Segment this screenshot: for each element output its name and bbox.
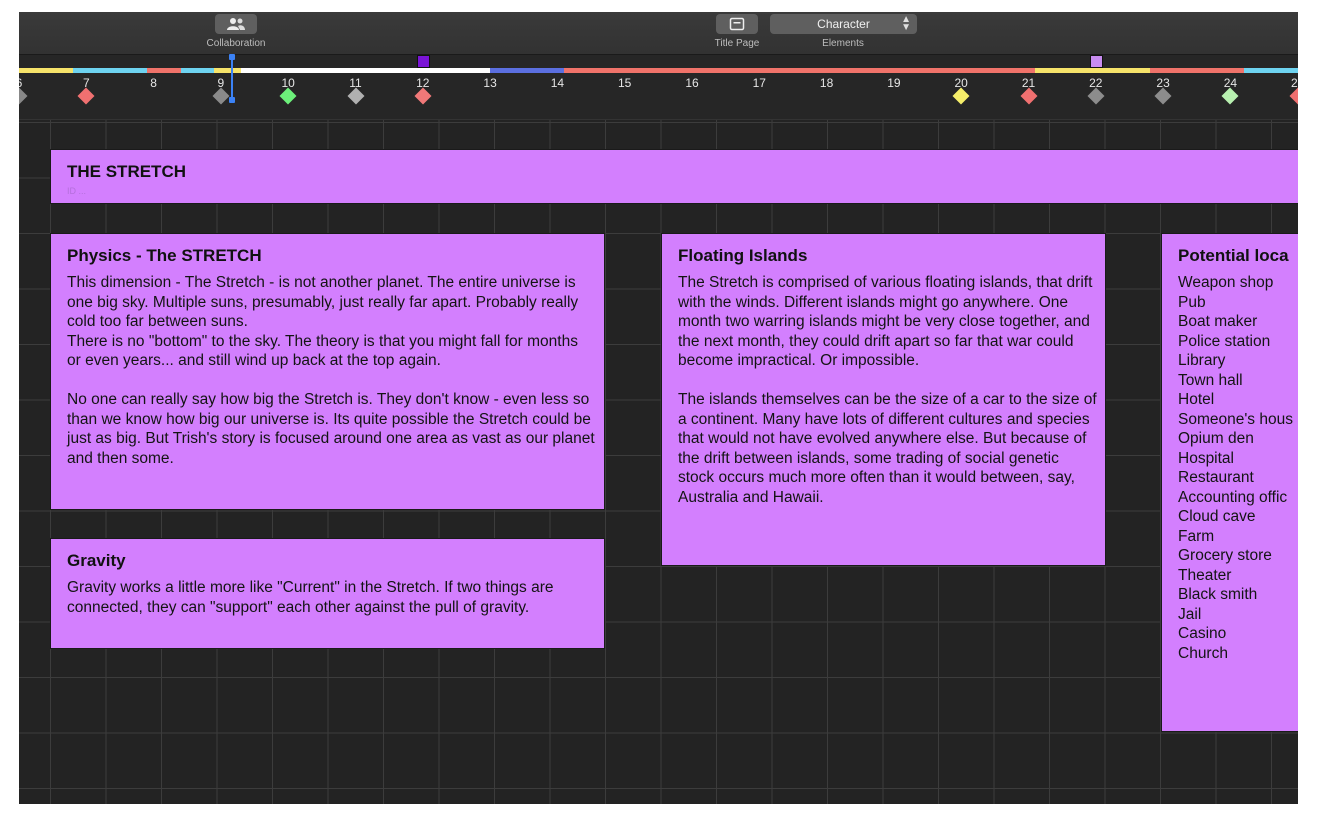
timeline-diamond-marker[interactable] (212, 87, 230, 105)
chevron-updown-icon: ▲ ▼ (901, 14, 911, 33)
people-icon (227, 18, 245, 30)
title-page-label: Title Page (714, 38, 760, 49)
timeline-diamond-marker[interactable] (77, 87, 95, 105)
timeline-square-marker[interactable] (1089, 55, 1103, 68)
timeline-diamond-marker[interactable] (1289, 87, 1298, 105)
app-window: Collaboration Title Page Character ▲ ▼ El… (19, 12, 1298, 804)
timeline-segment (72, 68, 147, 73)
timeline-segment (1149, 68, 1244, 73)
card-body: This dimension - The Stretch - is not an… (67, 274, 595, 467)
title-page-button[interactable] (716, 14, 758, 34)
card-title: Potential loca (1178, 246, 1289, 265)
card-title: Floating Islands (678, 246, 808, 265)
timeline-tick-label: 8 (150, 76, 157, 90)
timeline-diamond-marker[interactable] (952, 87, 970, 105)
title-page-icon (729, 17, 745, 31)
corkboard-canvas[interactable]: THE STRETCH ID ... Physics - The STRETCH… (19, 120, 1298, 804)
timeline-tick-label: 19 (887, 76, 901, 90)
toolbar: Collaboration Title Page Character ▲ ▼ El… (19, 12, 1298, 55)
card-the-stretch[interactable]: THE STRETCH ID ... (50, 149, 1298, 204)
card-title: Gravity (67, 551, 126, 570)
timeline-diamond-marker[interactable] (414, 87, 432, 105)
timeline-segment (19, 68, 73, 73)
card-physics[interactable]: Physics - The STRETCH This dimension - T… (50, 233, 605, 510)
timeline-tick-label: 15 (618, 76, 632, 90)
timeline-segment (180, 68, 215, 73)
elements-label: Elements (822, 38, 864, 49)
timeline-tick-label: 17 (752, 76, 766, 90)
card-potential-locations[interactable]: Potential loca Weapon shop Pub Boat make… (1161, 233, 1298, 732)
collaboration-label: Collaboration (206, 38, 266, 49)
card-title: Physics - The STRETCH (67, 246, 262, 265)
timeline-tick-label: 16 (685, 76, 699, 90)
timeline-segment (1243, 68, 1298, 73)
timeline-tick-label: 13 (483, 76, 497, 90)
timeline-segment (1035, 68, 1150, 73)
timeline[interactable]: 678910111213141516171819202122232425 (19, 54, 1298, 120)
timeline-diamond-marker[interactable] (1087, 87, 1105, 105)
timeline-diamond-marker[interactable] (279, 87, 297, 105)
timeline-square-marker[interactable] (416, 55, 430, 68)
timeline-tick-label: 6 (19, 76, 34, 90)
card-title: THE STRETCH (67, 162, 186, 181)
timeline-segment (214, 68, 242, 73)
timeline-segment (146, 68, 181, 73)
timeline-color-bar (19, 68, 1298, 73)
card-body: The Stretch is comprised of various floa… (678, 274, 1097, 506)
timeline-segment (564, 68, 1036, 73)
timeline-tick-label: 18 (819, 76, 834, 90)
card-body: Weapon shop Pub Boat maker Police statio… (1178, 274, 1293, 662)
elements-select-value: Character (817, 17, 870, 31)
timeline-diamond-marker[interactable] (1020, 87, 1037, 105)
timeline-diamond-marker[interactable] (347, 87, 364, 105)
timeline-diamond-marker[interactable] (1221, 87, 1239, 105)
timeline-segment (241, 68, 491, 73)
timeline-diamond-marker[interactable] (1154, 87, 1172, 105)
elements-select[interactable]: Character ▲ ▼ (770, 14, 917, 34)
collaboration-button[interactable] (215, 14, 257, 34)
card-floating-islands[interactable]: Floating Islands The Stretch is comprise… (661, 233, 1106, 566)
card-faint-text: ID ... (67, 186, 87, 196)
card-body: Gravity works a little more like "Curren… (67, 579, 558, 616)
timeline-diamond-marker[interactable] (19, 87, 28, 105)
timeline-segment (490, 68, 565, 73)
timeline-tick-label: 14 (550, 76, 565, 90)
timeline-playhead[interactable] (228, 54, 235, 103)
card-gravity[interactable]: Gravity Gravity works a little more like… (50, 538, 605, 649)
